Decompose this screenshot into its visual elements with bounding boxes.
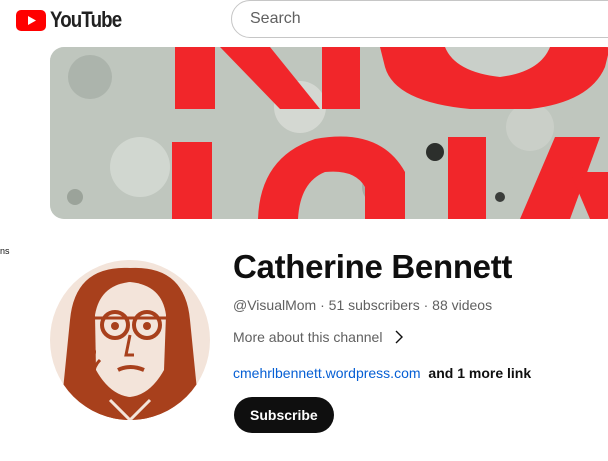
meta-separator: · — [320, 297, 329, 313]
search-box[interactable] — [231, 0, 608, 38]
channel-name: Catherine Bennett — [233, 248, 513, 285]
subscriber-count: 51 subscribers — [328, 297, 420, 313]
subscribe-button[interactable]: Subscribe — [234, 397, 334, 433]
search-input[interactable] — [248, 9, 592, 29]
channel-meta: @VisualMom · 51 subscribers · 88 videos — [233, 297, 492, 313]
avatar-image — [50, 260, 210, 420]
banner-image — [50, 47, 608, 219]
channel-banner — [50, 47, 608, 219]
about-channel-link[interactable]: More about this channel — [233, 329, 406, 345]
chevron-right-icon — [395, 330, 404, 344]
video-count: 88 videos — [432, 297, 493, 313]
channel-links: cmehrlbennett.wordpress.com and 1 more l… — [233, 365, 531, 381]
channel-avatar[interactable] — [50, 260, 210, 420]
youtube-wordmark: YouTube — [50, 7, 122, 32]
meta-separator: · — [423, 297, 433, 313]
sidebar-cut-text: ns — [0, 246, 10, 256]
more-links-button[interactable]: and 1 more link — [428, 365, 531, 381]
about-label: More about this channel — [233, 329, 383, 345]
channel-handle: @VisualMom — [233, 297, 317, 313]
youtube-logo[interactable]: YouTube — [16, 7, 134, 32]
youtube-play-icon — [16, 9, 46, 31]
channel-link-primary[interactable]: cmehrlbennett.wordpress.com — [233, 365, 421, 381]
